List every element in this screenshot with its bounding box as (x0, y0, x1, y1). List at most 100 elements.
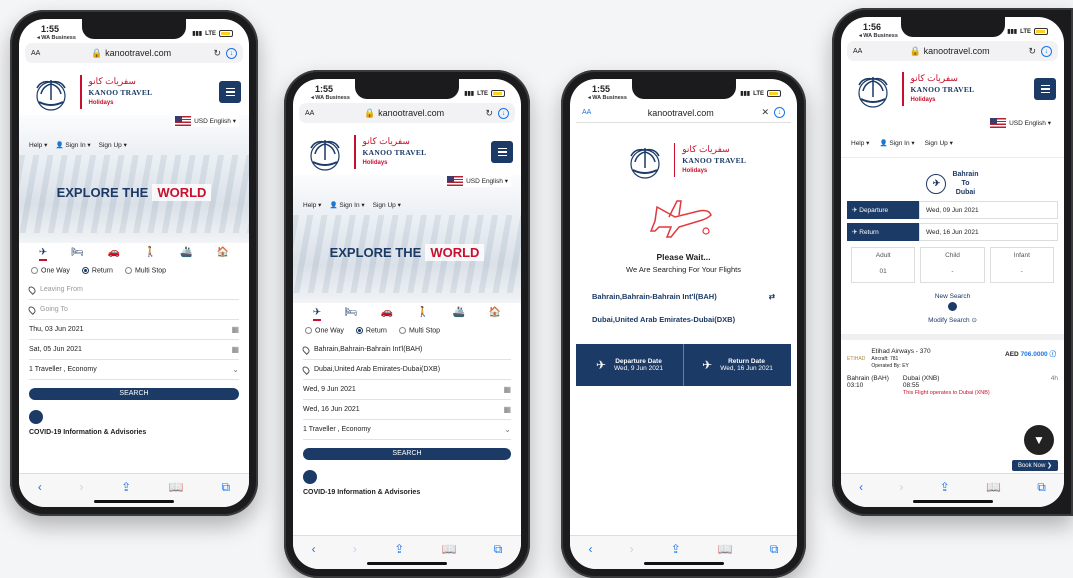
hamburger-menu-icon[interactable] (219, 81, 241, 103)
forward-icon[interactable]: › (630, 542, 634, 556)
download-icon[interactable]: ↓ (1041, 45, 1052, 57)
return-radio[interactable]: Return (81, 267, 113, 274)
address-bar[interactable]: AA kanootravel.com ✕ ↓ (576, 103, 791, 123)
back-icon[interactable]: ‹ (312, 542, 316, 556)
help-link[interactable]: Help ▾ (303, 201, 321, 209)
filter-icon[interactable]: ▼ (1024, 425, 1054, 455)
multi-stop-radio[interactable]: Multi Stop (124, 267, 166, 274)
back-to-app[interactable]: ◂ WA Business (859, 33, 898, 39)
text-size-button[interactable]: AA (31, 50, 49, 57)
search-button[interactable]: SEARCH (29, 388, 239, 401)
currency-selector[interactable]: USD English ▾ (172, 115, 239, 127)
infant-count[interactable]: Infant - (989, 247, 1054, 283)
new-search-link[interactable]: New Search (841, 291, 1064, 302)
sign-in-link[interactable]: 👤 Sign In ▾ (329, 201, 364, 209)
back-icon[interactable]: ‹ (859, 480, 863, 494)
url-text[interactable]: kanootravel.com (600, 108, 761, 118)
tabs-icon[interactable]: ⧉ (770, 542, 779, 557)
help-link[interactable]: Help ▾ (29, 141, 47, 149)
back-to-app[interactable]: ◂ WA Business (311, 95, 350, 101)
cruise-tab-icon[interactable]: 🚢 (180, 247, 192, 261)
forward-icon[interactable]: › (353, 542, 357, 556)
return-date-input[interactable]: Sat, 05 Jun 2021 ▦ (29, 340, 239, 361)
flight-tab-icon[interactable]: ✈ (38, 247, 48, 261)
address-bar[interactable]: AA 🔒 kanootravel.com ↻ ↓ (299, 103, 515, 123)
return-date-input[interactable]: Wed, 16 Jun 2021 ▦ (303, 400, 511, 421)
one-way-radio[interactable]: One Way (305, 327, 344, 334)
modify-search-link[interactable]: Modify Search ⊙ (841, 315, 1064, 326)
forward-icon[interactable]: › (80, 480, 84, 494)
departure-row[interactable]: ✈ Departure Wed, 09 Jun 2021 (847, 201, 1058, 219)
share-icon[interactable]: ⇪ (671, 542, 681, 556)
download-icon[interactable]: ↓ (498, 107, 509, 119)
bookmarks-icon[interactable]: 📖 (442, 542, 457, 556)
address-bar[interactable]: AA 🔒 kanootravel.com ↻ ↓ (25, 43, 243, 63)
travellers-select[interactable]: 1 Traveller , Economy ⌄ (29, 360, 239, 381)
bookmarks-icon[interactable]: 📖 (986, 480, 1001, 494)
sign-in-link[interactable]: 👤 Sign In ▾ (55, 141, 90, 149)
one-way-radio[interactable]: One Way (31, 267, 70, 274)
url-text[interactable]: 🔒 kanootravel.com (49, 48, 213, 59)
kanoo-logo-icon[interactable] (851, 67, 895, 111)
currency-selector[interactable]: USD English ▾ (987, 117, 1054, 129)
activity-tab-icon[interactable]: 🚶 (417, 307, 429, 321)
kanoo-logo-icon[interactable] (303, 130, 347, 174)
download-icon[interactable]: ↓ (774, 107, 785, 118)
leaving-from-input[interactable]: Bahrain,Bahrain-Bahrain Int'l(BAH) (301, 340, 511, 361)
return-radio[interactable]: Return (355, 327, 387, 334)
download-icon[interactable]: ↓ (226, 47, 237, 59)
sign-up-link[interactable]: Sign Up ▾ (99, 141, 127, 149)
covid-heading[interactable]: COVID-19 Information & Advisories (303, 489, 511, 496)
address-bar[interactable]: AA 🔒 kanootravel.com ↻ ↓ (847, 41, 1058, 61)
text-size-button[interactable]: AA (305, 110, 323, 117)
kanoo-logo-icon[interactable] (29, 70, 73, 114)
share-icon[interactable]: ⇪ (394, 542, 404, 556)
sign-up-link[interactable]: Sign Up ▾ (925, 139, 953, 147)
flight-result-card[interactable]: ETIHAD Etihad Airways - 370 Aircraft: 781… (841, 334, 1064, 404)
car-tab-icon[interactable]: 🚗 (108, 247, 120, 261)
reload-icon[interactable]: ↻ (213, 48, 221, 59)
adult-count[interactable]: Adult 01 (851, 247, 916, 283)
child-count[interactable]: Child - (920, 247, 985, 283)
activity-tab-icon[interactable]: 🚶 (144, 247, 156, 261)
back-icon[interactable]: ‹ (589, 542, 593, 556)
hotel-tab-icon[interactable]: 🛏 (71, 247, 84, 261)
currency-selector[interactable]: USD English ▾ (444, 175, 511, 187)
tabs-icon[interactable]: ⧉ (222, 480, 231, 495)
book-now-button[interactable]: Book Now ❯ (1011, 460, 1058, 471)
hamburger-menu-icon[interactable] (491, 141, 513, 163)
reload-icon[interactable]: ↻ (1028, 46, 1036, 57)
holiday-tab-icon[interactable]: 🏠 (217, 247, 229, 261)
info-icon[interactable]: ⓘ (1050, 351, 1057, 358)
tabs-icon[interactable]: ⧉ (1037, 480, 1046, 495)
covid-heading[interactable]: COVID-19 Information & Advisories (29, 429, 239, 436)
hotel-tab-icon[interactable]: 🛏 (345, 307, 358, 321)
travellers-select[interactable]: 1 Traveller , Economy ⌄ (303, 420, 511, 441)
search-button[interactable]: SEARCH (303, 448, 511, 461)
multi-stop-radio[interactable]: Multi Stop (398, 327, 440, 334)
forward-icon[interactable]: › (899, 480, 903, 494)
back-icon[interactable]: ‹ (38, 480, 42, 494)
bookmarks-icon[interactable]: 📖 (169, 480, 184, 494)
depart-date-input[interactable]: Thu, 03 Jun 2021 ▦ (29, 320, 239, 341)
share-icon[interactable]: ⇪ (121, 480, 131, 494)
sign-in-link[interactable]: 👤 Sign In ▾ (879, 139, 914, 147)
share-icon[interactable]: ⇪ (940, 480, 950, 494)
help-link[interactable]: Help ▾ (851, 139, 869, 147)
back-to-app[interactable]: ◂ WA Business (37, 35, 76, 41)
depart-date-input[interactable]: Wed, 9 Jun 2021 ▦ (303, 380, 511, 401)
bookmarks-icon[interactable]: 📖 (718, 542, 733, 556)
text-size-button[interactable]: AA (853, 48, 871, 55)
close-icon[interactable]: ✕ (761, 107, 769, 118)
return-row[interactable]: ✈ Return Wed, 16 Jun 2021 (847, 223, 1058, 241)
sign-up-link[interactable]: Sign Up ▾ (373, 201, 401, 209)
tabs-icon[interactable]: ⧉ (494, 542, 503, 557)
text-size-button[interactable]: AA (582, 109, 600, 116)
back-to-app[interactable]: ◂ WA Business (588, 95, 627, 101)
car-tab-icon[interactable]: 🚗 (381, 307, 393, 321)
reload-icon[interactable]: ↻ (485, 108, 493, 119)
cruise-tab-icon[interactable]: 🚢 (453, 307, 465, 321)
leaving-from-input[interactable]: Leaving From (27, 280, 239, 301)
going-to-input[interactable]: Dubai,United Arab Emirates-Dubai(DXB) (301, 360, 511, 381)
url-text[interactable]: 🔒 kanootravel.com (871, 46, 1028, 57)
